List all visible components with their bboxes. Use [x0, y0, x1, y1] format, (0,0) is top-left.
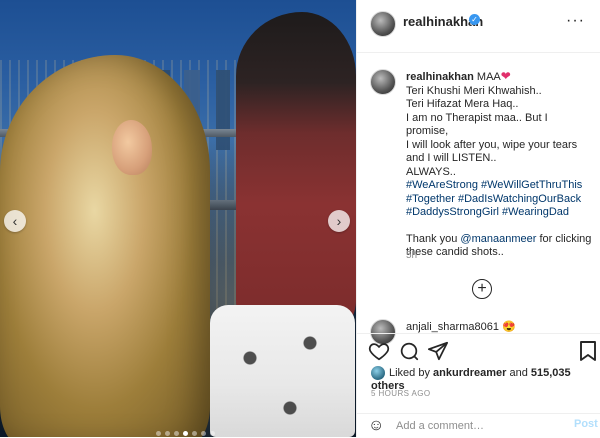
person-right: [236, 12, 356, 332]
verified-badge-icon: ✓: [469, 14, 480, 25]
carousel-dot: [210, 431, 215, 436]
save-bookmark-icon[interactable]: [578, 340, 598, 362]
likes-prefix: Liked by: [389, 366, 434, 379]
like-heart-icon[interactable]: [368, 340, 390, 362]
liker-avatar[interactable]: [371, 366, 385, 380]
thanks-prefix: Thank you: [406, 232, 461, 245]
caption-username[interactable]: realhinakhan: [406, 71, 474, 83]
caption-line: ALWAYS..: [406, 165, 456, 178]
post-date: 5 HOURS AGO: [371, 389, 431, 398]
carousel-indicator: [156, 431, 215, 436]
heart-emoji: ❤: [500, 69, 511, 83]
caption-first-line: MAA: [476, 71, 501, 83]
hashtag-line[interactable]: #Together #DadIsWatchingOurBack: [406, 193, 592, 207]
hashtag-line[interactable]: #DaddysStrongGirl #WearingDad: [406, 206, 592, 220]
caption-time: 5h: [406, 250, 418, 261]
post-photo[interactable]: [0, 0, 356, 437]
person-left-face: [112, 120, 152, 175]
caption: realhinakhan MAA❤ Teri Khushi Meri Khwah…: [406, 69, 592, 260]
carousel-dot-active: [183, 431, 188, 436]
carousel-dot: [201, 431, 206, 436]
caption-avatar[interactable]: [370, 69, 396, 95]
caption-line: and I will LISTEN..: [406, 152, 497, 164]
caption-line: Teri Hifazat Mera Haq..: [406, 98, 519, 110]
header-avatar[interactable]: [370, 11, 396, 37]
caption-line: I will look after you, wipe your tears: [406, 138, 578, 151]
emoji-smiley-icon[interactable]: ☺: [368, 418, 384, 434]
thanks-suffix: for clicking: [536, 232, 592, 245]
liker-username[interactable]: ankurdreamer: [433, 367, 506, 379]
mention-link[interactable]: @manaanmeer: [460, 233, 536, 245]
caption-line: Teri Khushi Meri Khwahish..: [406, 84, 542, 97]
carousel-dot: [156, 431, 161, 436]
pants-print: [220, 318, 340, 428]
comment-peek: anjali_sharma8061 😍: [406, 321, 516, 333]
post-comment-button[interactable]: Post: [574, 418, 598, 430]
hashtag-line[interactable]: #WeAreStrong #WeWillGetThruThis: [406, 179, 592, 193]
person-left: [0, 55, 210, 437]
carousel-prev-button[interactable]: ‹: [4, 210, 26, 232]
carousel-dot: [165, 431, 170, 436]
likes-middle: and: [506, 366, 531, 379]
thanks-line-2: these candid shots..: [406, 246, 504, 258]
share-paper-plane-icon[interactable]: [427, 340, 449, 362]
carousel-dot: [174, 431, 179, 436]
comment-input[interactable]: [396, 418, 566, 434]
more-options-icon[interactable]: ···: [566, 12, 585, 30]
load-more-comments-icon[interactable]: +: [472, 279, 492, 299]
carousel-dot: [192, 431, 197, 436]
carousel-next-button[interactable]: ›: [328, 210, 350, 232]
action-bar: [356, 333, 600, 368]
caption-line: I am no Therapist maa.. But I promise,: [406, 111, 548, 138]
comment-speech-bubble-icon[interactable]: [398, 340, 420, 362]
